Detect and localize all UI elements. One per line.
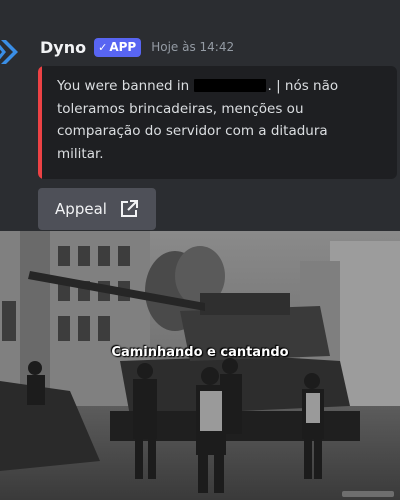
- dyno-logo-icon[interactable]: [0, 38, 20, 66]
- appeal-button[interactable]: Appeal: [38, 188, 156, 230]
- redaction-mark: [194, 79, 267, 92]
- username[interactable]: Dyno: [40, 38, 86, 57]
- message-header: Dyno ✓ APP Hoje às 14:42: [40, 36, 234, 58]
- embed-text-before: You were banned in: [57, 78, 190, 94]
- embed-accent-bar: [38, 66, 42, 179]
- external-link-icon: [120, 200, 138, 217]
- timestamp: Hoje às 14:42: [151, 40, 235, 54]
- photo-illustration: [0, 231, 400, 500]
- badge-label: APP: [109, 40, 137, 54]
- embed-description: You were banned in . | nós não toleramos…: [57, 75, 377, 165]
- ban-embed: You were banned in . | nós não toleramos…: [38, 66, 397, 179]
- appeal-label: Appeal: [55, 200, 107, 218]
- watermark: [342, 491, 394, 497]
- verified-check-icon: ✓: [98, 40, 108, 54]
- app-badge: ✓ APP: [94, 37, 142, 57]
- historical-photo: Caminhando e cantando: [0, 231, 400, 500]
- discord-message: Dyno ✓ APP Hoje às 14:42 You were banned…: [0, 0, 400, 231]
- video-caption: Caminhando e cantando: [111, 345, 289, 360]
